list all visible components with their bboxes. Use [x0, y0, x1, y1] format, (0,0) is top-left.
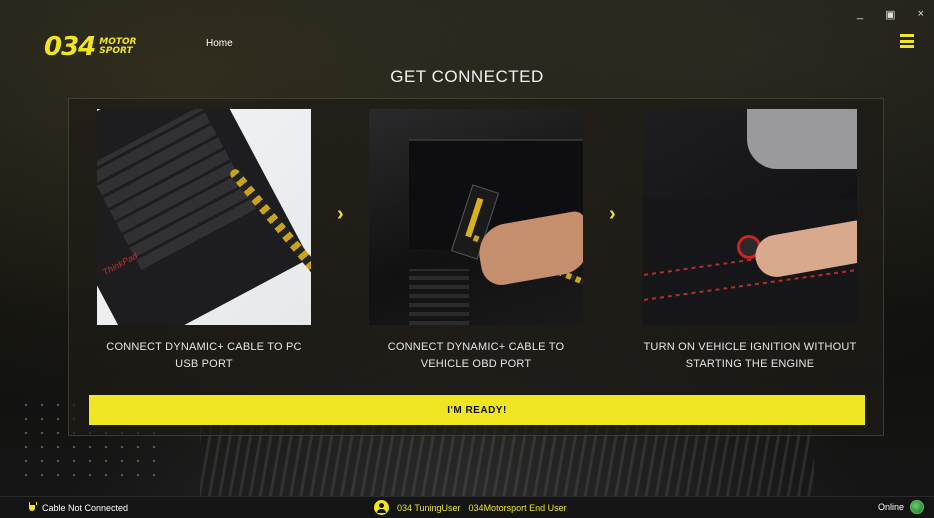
page-title: GET CONNECTED — [390, 67, 544, 86]
minimize-button[interactable]: _ — [857, 8, 863, 21]
ignition-button-photo — [643, 109, 857, 325]
user-name: 034 TuningUser — [397, 502, 461, 513]
connection-status-text: Online — [877, 502, 904, 512]
window-controls: _ ▣ × — [857, 8, 924, 21]
step-caption: CONNECT DYNAMIC+ CABLE TO VEHICLE OBD PO… — [387, 341, 565, 370]
cable-status: Cable Not Connected — [28, 502, 128, 513]
logo-number: 034 — [44, 32, 96, 62]
step-obd: CONNECT DYNAMIC+ CABLE TO VEHICLE OBD PO… — [369, 109, 583, 373]
logo: 034 MOTOR SPORT — [44, 32, 137, 62]
user-avatar-icon — [374, 500, 389, 515]
nav-home-link[interactable]: Home — [206, 38, 233, 49]
connection-steps-panel: ThinkPad CONNECT DYNAMIC+ CABLE TO PC US… — [68, 98, 884, 436]
status-bar: Cable Not Connected 034 TuningUser 034Mo… — [0, 496, 934, 518]
user-info[interactable]: 034 TuningUser 034Motorsport End User — [374, 500, 567, 515]
logo-word: MOTOR SPORT — [99, 38, 136, 56]
background-floor-texture — [200, 426, 814, 496]
laptop-usb-photo: ThinkPad — [97, 109, 311, 325]
logo-word-line2: SPORT — [99, 46, 133, 56]
cable-status-text: Cable Not Connected — [42, 502, 129, 513]
chevron-right-icon: › — [337, 203, 344, 225]
connection-status: Online — [878, 500, 924, 514]
close-button[interactable]: × — [918, 8, 924, 21]
chevron-right-icon: › — [609, 203, 616, 225]
hamburger-menu-icon[interactable] — [900, 34, 914, 48]
globe-icon — [910, 500, 924, 514]
step-usb: ThinkPad CONNECT DYNAMIC+ CABLE TO PC US… — [97, 109, 311, 373]
plug-icon — [28, 502, 37, 513]
restore-button[interactable]: ▣ — [885, 8, 895, 21]
step-caption: TURN ON VEHICLE IGNITION WITHOUT STARTIN… — [643, 341, 857, 370]
im-ready-button[interactable]: I'M READY! — [89, 395, 865, 425]
step-ignition: TURN ON VEHICLE IGNITION WITHOUT STARTIN… — [643, 109, 857, 373]
step-caption: CONNECT DYNAMIC+ CABLE TO PC USB PORT — [106, 341, 302, 370]
obd-port-photo — [369, 109, 583, 325]
user-role: 034Motorsport End User — [468, 502, 567, 513]
